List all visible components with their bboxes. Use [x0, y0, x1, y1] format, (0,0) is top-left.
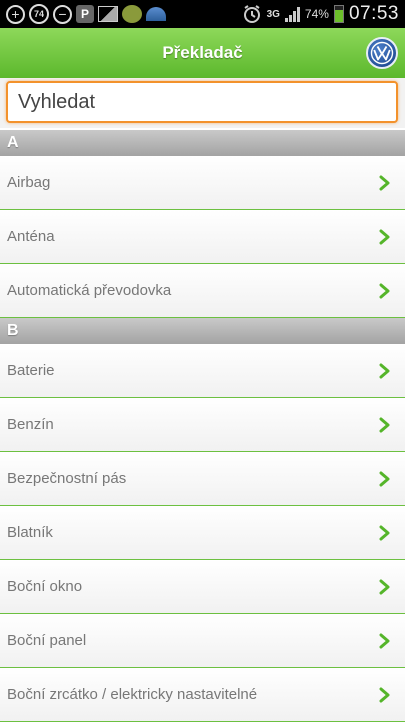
list-item[interactable]: Bezpečnostní pás	[0, 452, 405, 506]
page-title: Překladač	[162, 43, 243, 62]
list-item[interactable]: Airbag	[0, 156, 405, 210]
list-item-label: Boční panel	[7, 632, 87, 649]
list-item[interactable]: Boční panel	[0, 614, 405, 668]
list-item[interactable]: Blatník	[0, 506, 405, 560]
chat-bubble-icon	[122, 4, 142, 24]
plus-icon: +	[6, 4, 25, 24]
chevron-right-icon	[377, 174, 393, 192]
image-icon	[98, 4, 118, 24]
search-bar	[0, 78, 405, 128]
arch-app-icon	[146, 4, 166, 24]
list-item-label: Blatník	[7, 524, 53, 541]
notification-count-icon: 74	[29, 4, 49, 24]
list-item[interactable]: Boční zrcátko / elektricky nastavitelné	[0, 668, 405, 722]
battery-icon	[333, 5, 344, 23]
chevron-right-icon	[377, 416, 393, 434]
app-header: Překladač	[0, 28, 405, 78]
list-item-label: Anténa	[7, 228, 55, 245]
list-item[interactable]: Automatická převodovka	[0, 264, 405, 318]
list-item-label: Bezpečnostní pás	[7, 470, 127, 487]
list-item[interactable]: Anténa	[0, 210, 405, 264]
chevron-right-icon	[377, 362, 393, 380]
section-header-a: A	[0, 130, 405, 156]
list-item-label: Automatická převodovka	[7, 282, 172, 299]
chevron-right-icon	[377, 228, 393, 246]
chevron-right-icon	[377, 470, 393, 488]
list-item[interactable]: Baterie	[0, 344, 405, 398]
alarm-clock-icon	[242, 4, 262, 24]
section-header-b: B	[0, 318, 405, 344]
network-type-label: 3G	[266, 8, 280, 20]
glossary-list: A Airbag Anténa Automatická převodovka B Bate…	[0, 130, 405, 722]
chevron-right-icon	[377, 686, 393, 704]
list-item-label: Benzín	[7, 416, 54, 433]
status-bar-notifications: + 74 − P	[6, 4, 242, 24]
battery-percent: 74%	[304, 7, 329, 21]
list-item-label: Airbag	[7, 174, 51, 191]
list-item-label: Boční okno	[7, 578, 83, 595]
chevron-right-icon	[377, 524, 393, 542]
parking-icon: P	[76, 5, 94, 23]
status-bar: + 74 − P 3G 74% 07:53	[0, 0, 405, 28]
chevron-right-icon	[377, 282, 393, 300]
chevron-right-icon	[377, 632, 393, 650]
parking-letter: P	[80, 7, 89, 21]
list-item-label: Boční zrcátko / elektricky nastavitelné	[7, 686, 258, 703]
status-bar-system: 3G 74% 07:53	[242, 3, 399, 25]
signal-strength-icon	[284, 6, 300, 22]
clock-time: 07:53	[348, 3, 399, 24]
list-item[interactable]: Benzín	[0, 398, 405, 452]
list-item[interactable]: Boční okno	[0, 560, 405, 614]
search-input[interactable]	[6, 81, 398, 123]
notification-count: 74	[33, 9, 44, 19]
minus-circle-icon: −	[53, 4, 72, 24]
chevron-right-icon	[377, 578, 393, 596]
list-item-label: Baterie	[7, 362, 55, 379]
vw-logo-icon[interactable]	[366, 37, 398, 69]
